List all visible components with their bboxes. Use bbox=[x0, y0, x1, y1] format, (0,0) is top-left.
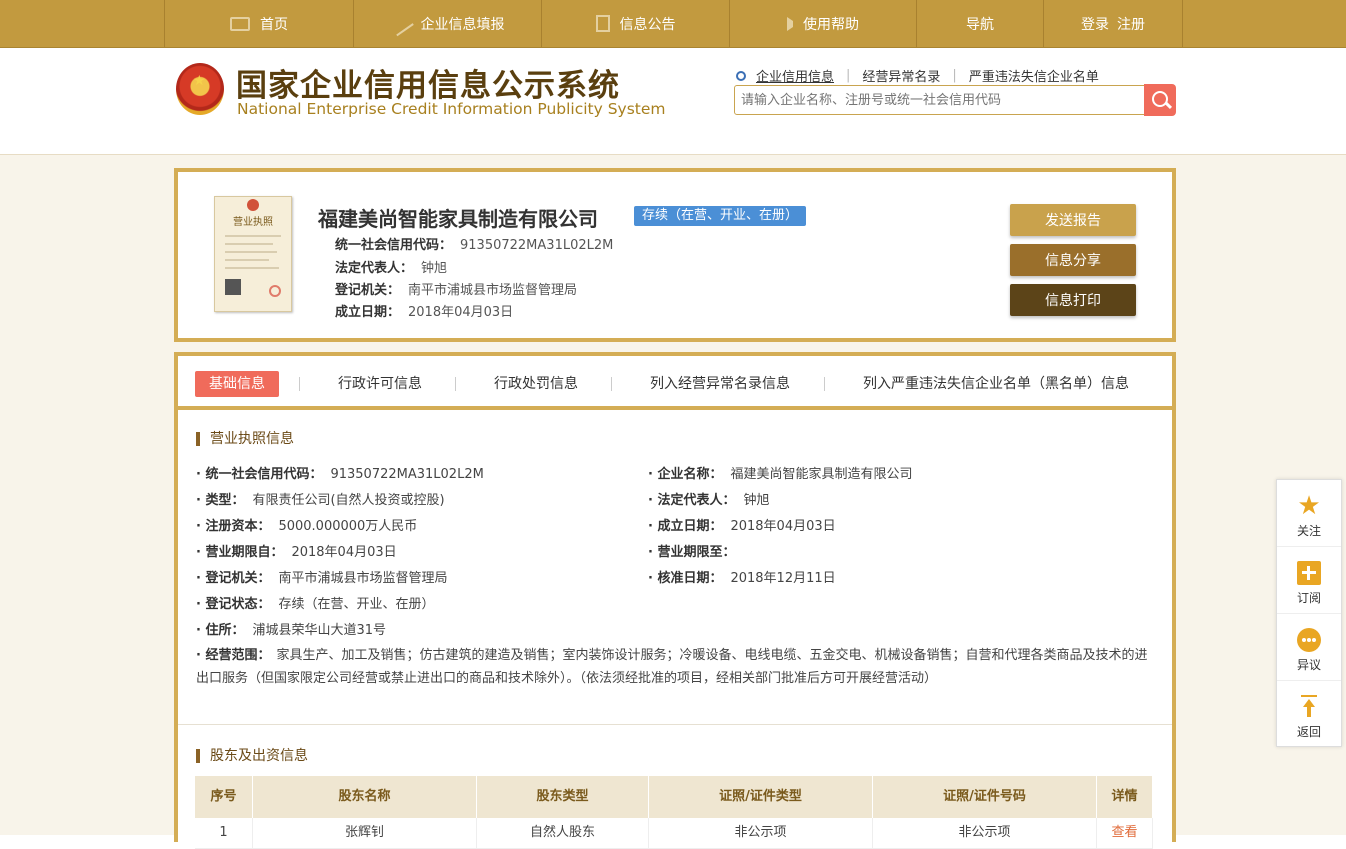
star-icon: ★ bbox=[1297, 491, 1321, 521]
login-link[interactable]: 登录 bbox=[1081, 14, 1109, 34]
established-date-row: 成立日期： 2018年04月03日 bbox=[335, 305, 514, 320]
col-id-type: 证照/证件类型 bbox=[649, 776, 873, 818]
col-index: 序号 bbox=[195, 776, 253, 818]
back-to-top-icon bbox=[1297, 695, 1321, 719]
speaker-icon bbox=[787, 16, 793, 31]
nav-item-announcements[interactable]: 信息公告 bbox=[541, 0, 729, 47]
field-company-name: · 企业名称： 福建美尚智能家具制造有限公司 bbox=[648, 467, 913, 482]
field-registration-authority: · 登记机关： 南平市浦城县市场监督管理局 bbox=[196, 571, 448, 586]
col-shareholder-name: 股东名称 bbox=[253, 776, 477, 818]
nav-label: 导航 bbox=[966, 16, 994, 33]
field-business-scope: · 经营范围： 家具生产、加工及销售；仿古建筑的建造及销售；室内装饰设计服务；冷暖… bbox=[196, 648, 1148, 686]
document-icon bbox=[595, 15, 610, 32]
nav-label: 信息公告 bbox=[619, 16, 676, 33]
field-term-from: · 营业期限自： 2018年04月03日 bbox=[196, 545, 397, 560]
field-address: · 住所： 浦城县荣华山大道31号 bbox=[196, 623, 387, 638]
tab-admin-penalty[interactable]: 行政处罚信息 bbox=[494, 371, 578, 397]
site-title: 国家企业信用信息公示系统 bbox=[236, 68, 620, 104]
divider: | bbox=[846, 68, 851, 83]
register-link[interactable]: 注册 bbox=[1117, 14, 1145, 34]
col-shareholder-type: 股东类型 bbox=[477, 776, 649, 818]
tab-admin-license[interactable]: 行政许可信息 bbox=[338, 371, 422, 397]
status-badge: 存续（在营、开业、在册） bbox=[634, 206, 807, 226]
col-id-number: 证照/证件号码 bbox=[873, 776, 1097, 818]
pen-icon bbox=[387, 11, 414, 36]
subscribe-button[interactable]: 订阅 bbox=[1277, 547, 1341, 614]
follow-button[interactable]: ★ 关注 bbox=[1277, 480, 1341, 547]
section-title: 营业执照信息 bbox=[196, 432, 294, 446]
tab-abnormal-list[interactable]: 列入经营异常名录信息 bbox=[650, 371, 790, 397]
search-button[interactable] bbox=[1144, 84, 1176, 116]
shareholder-table-header: 序号 股东名称 股东类型 证照/证件类型 证照/证件号码 详情 bbox=[195, 776, 1153, 818]
search-icon bbox=[736, 70, 746, 81]
col-details: 详情 bbox=[1097, 776, 1153, 818]
nav-item-navigation[interactable]: 导航 bbox=[916, 0, 1043, 47]
view-details-link[interactable]: 查看 bbox=[1097, 818, 1153, 848]
site-subtitle: National Enterprise Credit Information P… bbox=[237, 100, 666, 118]
monitor-icon bbox=[230, 16, 250, 31]
field-legal-rep: · 法定代表人： 钟旭 bbox=[648, 493, 770, 508]
field-type: · 类型： 有限责任公司(自然人投资或控股) bbox=[196, 493, 445, 508]
print-info-button[interactable]: 信息打印 bbox=[1010, 284, 1136, 316]
floating-toolbar: ★ 关注 订阅 异议 返回 bbox=[1276, 479, 1342, 747]
send-report-button[interactable]: 发送报告 bbox=[1010, 204, 1136, 236]
qr-code-icon bbox=[225, 279, 241, 295]
shareholder-section-title: 股东及出资信息 bbox=[196, 749, 308, 763]
auth-links: 登录 注册 bbox=[1043, 0, 1183, 47]
national-emblem-logo bbox=[176, 63, 224, 115]
seal-icon bbox=[269, 285, 281, 297]
search-input[interactable] bbox=[734, 85, 1146, 115]
share-info-button[interactable]: 信息分享 bbox=[1010, 244, 1136, 276]
search-link-blacklist[interactable]: 严重违法失信企业名单 bbox=[969, 66, 1099, 85]
search-type-links: 企业信用信息 | 经营异常名录 | 严重违法失信企业名单 bbox=[736, 66, 1099, 85]
nav-label: 使用帮助 bbox=[803, 16, 859, 33]
search-link-abnormal-list[interactable]: 经营异常名录 bbox=[862, 66, 940, 85]
divider: | bbox=[952, 68, 957, 83]
search-link-credit-info[interactable]: 企业信用信息 bbox=[756, 66, 834, 85]
nav-item-home[interactable]: 首页 bbox=[164, 0, 353, 47]
credit-code-row: 统一社会信用代码： 91350722MA31L02L2M bbox=[335, 238, 614, 253]
tab-basic-info[interactable]: 基础信息 bbox=[195, 371, 279, 397]
field-approval-date: · 核准日期： 2018年12月11日 bbox=[648, 571, 836, 586]
top-nav-bar: 首页 企业信息填报 信息公告 使用帮助 导航 登录 注册 bbox=[0, 0, 1346, 48]
legal-rep-row: 法定代表人： 钟旭 bbox=[335, 261, 448, 276]
subscribe-icon bbox=[1297, 561, 1321, 585]
field-credit-code: · 统一社会信用代码： 91350722MA31L02L2M bbox=[196, 467, 484, 482]
tab-blacklist[interactable]: 列入严重违法失信企业名单（黑名单）信息 bbox=[863, 371, 1129, 397]
registration-authority-row: 登记机关： 南平市浦城县市场监督管理局 bbox=[335, 283, 578, 298]
field-registration-status: · 登记状态： 存续（在营、开业、在册） bbox=[196, 597, 435, 612]
table-row: 1 张辉钊 自然人股东 非公示项 非公示项 查看 bbox=[195, 818, 1153, 849]
business-license-thumbnail[interactable]: 营业执照 bbox=[214, 196, 292, 312]
objection-button[interactable]: 异议 bbox=[1277, 614, 1341, 681]
company-name: 福建美尚智能家具制造有限公司 bbox=[318, 207, 598, 231]
field-term-to: · 营业期限至： bbox=[648, 545, 736, 560]
nav-item-help[interactable]: 使用帮助 bbox=[729, 0, 916, 47]
field-registered-capital: · 注册资本： 5000.000000万人民币 bbox=[196, 519, 418, 534]
emblem-icon bbox=[247, 199, 259, 211]
field-established-date: · 成立日期： 2018年04月03日 bbox=[648, 519, 836, 534]
license-image-title: 营业执照 bbox=[233, 217, 273, 228]
nav-label: 企业信息填报 bbox=[420, 16, 505, 33]
nav-label: 首页 bbox=[260, 16, 288, 33]
nav-item-enterprise-report[interactable]: 企业信息填报 bbox=[353, 0, 541, 47]
section-divider bbox=[178, 724, 1172, 725]
chat-icon bbox=[1297, 628, 1321, 652]
back-to-top-button[interactable]: 返回 bbox=[1277, 681, 1341, 748]
